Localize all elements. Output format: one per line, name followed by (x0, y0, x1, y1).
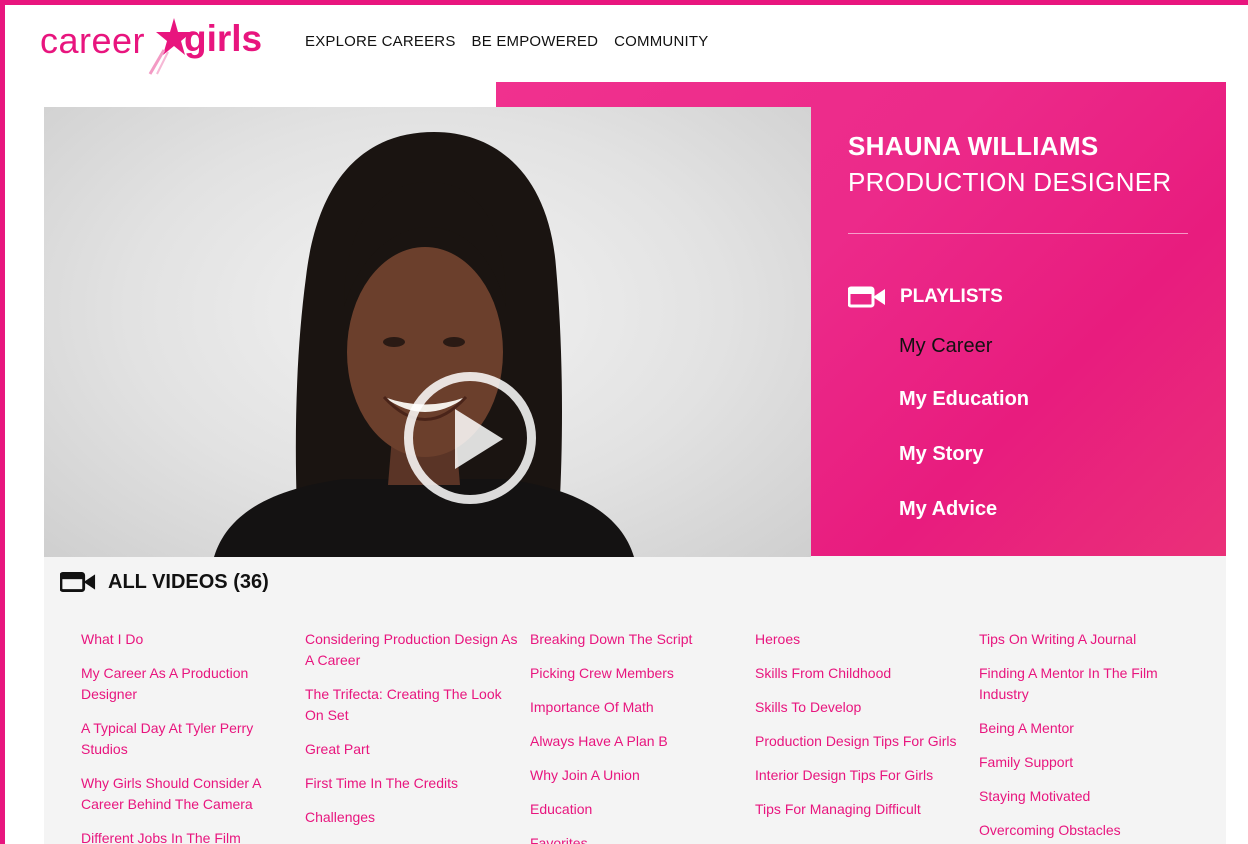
video-link[interactable]: The Trifecta: Creating The Look On Set (305, 684, 520, 726)
profile-divider (848, 233, 1188, 234)
video-link[interactable]: Tips On Writing A Journal (979, 629, 1194, 650)
playlists-title: PLAYLISTS (900, 286, 1003, 307)
video-column-3: Breaking Down The Script Picking Crew Me… (530, 629, 745, 844)
video-column-5: Tips On Writing A Journal Finding A Ment… (979, 629, 1194, 844)
nav-community[interactable]: COMMUNITY (614, 33, 708, 50)
video-camera-icon (848, 286, 885, 308)
video-link[interactable]: Importance Of Math (530, 697, 745, 718)
video-link[interactable]: What I Do (81, 629, 296, 650)
video-link[interactable]: Favorites (530, 833, 745, 844)
logo-text-girls: girls (184, 18, 263, 59)
career-girls-logo[interactable]: career girls (40, 16, 290, 76)
person-name: SHAUNA WILLIAMS (848, 131, 1099, 161)
video-link[interactable]: Finding A Mentor In The Film Industry (979, 663, 1194, 705)
playlist-my-advice[interactable]: My Advice (899, 498, 997, 521)
play-icon (455, 409, 503, 469)
main-nav: EXPLORE CAREERS BE EMPOWERED COMMUNITY (305, 33, 708, 50)
all-videos-title: ALL VIDEOS (36) (108, 570, 269, 593)
video-link[interactable]: Being A Mentor (979, 718, 1194, 739)
video-link[interactable]: Considering Production Design As A Caree… (305, 629, 520, 671)
nav-be-empowered[interactable]: BE EMPOWERED (472, 33, 599, 50)
video-thumbnail-portrait (214, 132, 634, 557)
video-camera-icon (60, 572, 96, 592)
video-link[interactable]: Always Have A Plan B (530, 731, 745, 752)
video-link[interactable]: Picking Crew Members (530, 663, 745, 684)
nav-explore-careers[interactable]: EXPLORE CAREERS (305, 33, 456, 50)
video-link[interactable]: Skills To Develop (755, 697, 970, 718)
video-link[interactable]: Why Join A Union (530, 765, 745, 786)
video-link[interactable]: Challenges (305, 807, 520, 828)
playlist-my-career[interactable]: My Career (899, 335, 992, 358)
video-link[interactable]: Overcoming Obstacles (979, 820, 1194, 841)
video-link[interactable]: Production Design Tips For Girls (755, 731, 970, 752)
video-link[interactable]: My Career As A Production Designer (81, 663, 296, 705)
video-link[interactable]: A Typical Day At Tyler Perry Studios (81, 718, 296, 760)
person-job-title: PRODUCTION DESIGNER (848, 167, 1172, 197)
video-link[interactable]: Tips For Managing Difficult (755, 799, 970, 820)
video-link[interactable]: Heroes (755, 629, 970, 650)
video-column-1: What I Do My Career As A Production Desi… (81, 629, 296, 844)
video-link[interactable]: Breaking Down The Script (530, 629, 745, 650)
playlist-my-education[interactable]: My Education (899, 388, 1029, 411)
video-link[interactable]: Staying Motivated (979, 786, 1194, 807)
playlist-my-story[interactable]: My Story (899, 443, 983, 466)
video-link[interactable]: Family Support (979, 752, 1194, 773)
logo-text-career: career (40, 20, 146, 61)
video-link[interactable]: First Time In The Credits (305, 773, 520, 794)
site-header: career girls (40, 16, 290, 76)
playlists-header: PLAYLISTS (848, 285, 1003, 309)
play-button[interactable] (404, 372, 536, 504)
video-player[interactable] (44, 107, 811, 557)
video-link[interactable]: Different Jobs In The Film (81, 828, 296, 844)
video-link[interactable]: Great Part (305, 739, 520, 760)
video-link[interactable]: Education (530, 799, 745, 820)
all-videos-header: ALL VIDEOS (36) (60, 570, 269, 594)
video-link[interactable]: Why Girls Should Consider A Career Behin… (81, 773, 296, 815)
video-column-2: Considering Production Design As A Caree… (305, 629, 520, 841)
video-column-4: Heroes Skills From Childhood Skills To D… (755, 629, 970, 833)
video-link[interactable]: Interior Design Tips For Girls (755, 765, 970, 786)
video-link[interactable]: Skills From Childhood (755, 663, 970, 684)
